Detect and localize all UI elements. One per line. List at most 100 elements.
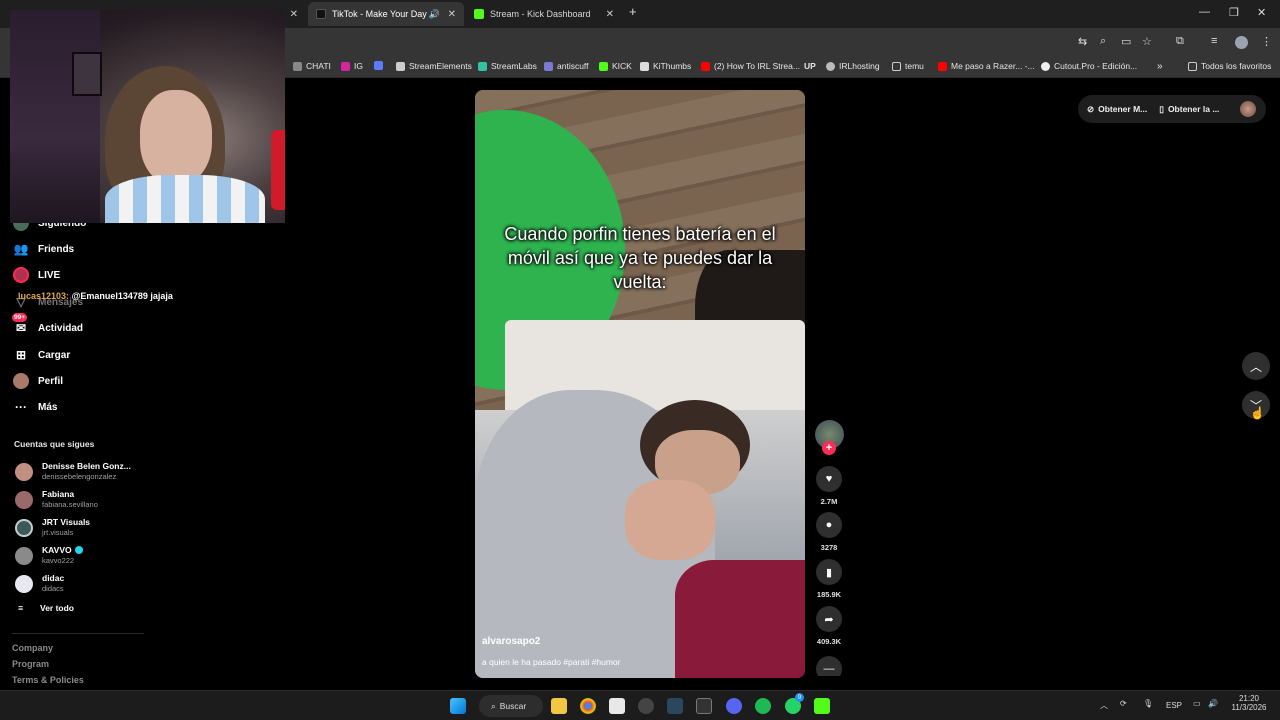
speaker-icon[interactable]: 🔊 bbox=[429, 9, 440, 20]
steam-icon[interactable] bbox=[667, 698, 683, 714]
like-button[interactable]: ♥ 2.7M bbox=[816, 466, 842, 506]
save-button[interactable]: ▮ 185.9K bbox=[816, 559, 842, 599]
bookmark-antiscuff[interactable]: antiscuff bbox=[544, 61, 589, 71]
epic-games-icon[interactable] bbox=[696, 698, 712, 714]
microphone-icon[interactable]: 🎙 bbox=[1143, 699, 1153, 708]
tab-tiktok[interactable]: TikTok - Make Your Day 🔊 ✕ bbox=[308, 2, 464, 26]
share-icon: ➦ bbox=[816, 606, 842, 632]
minimize-icon[interactable]: — bbox=[1199, 6, 1210, 18]
globe-icon bbox=[826, 61, 835, 71]
profile-avatar[interactable] bbox=[1235, 36, 1248, 49]
file-explorer-icon[interactable] bbox=[551, 698, 567, 714]
bookmark-streamlabs[interactable]: StreamLabs bbox=[478, 61, 537, 71]
close-icon[interactable]: ✕ bbox=[448, 9, 456, 20]
account-item[interactable]: JRT Visuals jrt.visuals bbox=[15, 517, 90, 538]
clock[interactable]: 21:20 11/3/2026 bbox=[1231, 694, 1267, 712]
get-app-button[interactable]: ⊘ Obtener M... bbox=[1087, 104, 1147, 115]
bookmark-youtube-irl[interactable]: (2) How To IRL Strea... bbox=[701, 61, 800, 71]
tray-overflow-icon[interactable]: ︿ bbox=[1100, 700, 1108, 711]
comment-button[interactable]: ● 3278 bbox=[816, 512, 842, 552]
following-accounts-title: Cuentas que sigues bbox=[14, 439, 95, 449]
close-tab-icon[interactable]: ✕ bbox=[284, 2, 304, 26]
tiktok-icon bbox=[316, 9, 326, 19]
previous-video-button[interactable]: ︿ bbox=[1242, 352, 1270, 380]
more-bookmarks-icon[interactable]: » bbox=[1157, 61, 1163, 72]
follow-plus-icon[interactable]: + bbox=[822, 441, 836, 455]
star-icon[interactable]: ☆ bbox=[1142, 35, 1152, 48]
get-app-button-2[interactable]: ▯ Obtener la ... bbox=[1159, 104, 1219, 115]
kithumbs-icon bbox=[640, 61, 649, 71]
account-item[interactable]: Denisse Belen Gonz... denissebelengonzale… bbox=[15, 461, 131, 482]
video-player[interactable]: Cuando porfin tienes batería en el móvil… bbox=[475, 90, 805, 678]
nav-live[interactable]: LIVE bbox=[12, 266, 60, 284]
close-window-icon[interactable]: ✕ bbox=[1257, 6, 1266, 19]
capcut-icon[interactable] bbox=[609, 698, 625, 714]
tab-label: Stream - Kick Dashboard bbox=[490, 9, 591, 19]
user-avatar[interactable] bbox=[1240, 101, 1256, 117]
bookmark-streamelements[interactable]: StreamElements bbox=[396, 61, 472, 71]
account-item[interactable]: didac didacs bbox=[15, 573, 64, 594]
close-icon[interactable]: ✕ bbox=[606, 9, 614, 20]
nav-profile[interactable]: Perfil bbox=[12, 372, 63, 390]
bookmark-ig[interactable]: IG bbox=[341, 61, 363, 71]
tab-kick-dashboard[interactable]: Stream - Kick Dashboard ✕ bbox=[466, 2, 622, 26]
tab-label: TikTok - Make Your Day bbox=[332, 9, 427, 19]
footer-program-link[interactable]: Program bbox=[12, 659, 49, 669]
bookmark-temu[interactable]: temu bbox=[892, 61, 924, 71]
divider bbox=[12, 633, 144, 634]
media-icon[interactable]: ≡ bbox=[1211, 35, 1217, 47]
top-right-actions: ⊘ Obtener M... ▯ Obtener la ... bbox=[1078, 95, 1266, 123]
chati-icon bbox=[293, 61, 302, 71]
extensions-icon[interactable]: ⧉ bbox=[1176, 35, 1184, 48]
bookmark-kithumbs[interactable]: KiThumbs bbox=[640, 61, 691, 71]
discord-icon[interactable] bbox=[726, 698, 742, 714]
stream-chat-message: lucas12103: @Emanuel134789 jajaja bbox=[18, 291, 173, 301]
phone-icon: ▯ bbox=[1159, 103, 1164, 114]
zoom-icon[interactable]: ⌕ bbox=[1100, 35, 1106, 48]
account-item[interactable]: KAVVO kavvo222 bbox=[15, 545, 83, 566]
video-description: a quien le ha pasado #parati #humor bbox=[482, 657, 621, 667]
windows-taskbar: ⌕ Buscar 9 ︿ ⟳ 🎙 ESP ▭ 🔊 21:20 11/3/2026 bbox=[0, 690, 1280, 720]
bookmark-kick[interactable]: KICK bbox=[599, 61, 632, 71]
install-icon[interactable]: ▭ bbox=[1121, 35, 1131, 48]
bookmark-chati[interactable]: CHATI bbox=[293, 61, 331, 71]
chevron-up-icon: ︿ bbox=[1249, 359, 1262, 374]
restore-icon[interactable]: ❐ bbox=[1229, 6, 1239, 19]
bookmark-irlhosting[interactable]: IRLhosting bbox=[826, 61, 880, 71]
nav-upload[interactable]: ⊞ Cargar bbox=[12, 346, 70, 364]
new-tab-button[interactable]: + bbox=[629, 4, 637, 19]
share-button[interactable]: ➦ 409.3K bbox=[816, 606, 842, 646]
instagram-icon bbox=[341, 61, 350, 71]
app-icon: ⊘ bbox=[1087, 103, 1095, 114]
bookmark-chart[interactable] bbox=[374, 61, 387, 70]
sync-icon[interactable]: ⟳ bbox=[1120, 699, 1127, 708]
cutout-icon bbox=[1041, 61, 1050, 71]
bookmark-all-favorites[interactable]: Todos los favoritos bbox=[1188, 61, 1271, 71]
account-item[interactable]: Fabiana fabiana.sevillano bbox=[15, 489, 98, 510]
nav-activity[interactable]: ✉ 99+ Actividad bbox=[12, 313, 83, 337]
video-author[interactable]: alvarosapo2 bbox=[482, 636, 540, 647]
obs-icon[interactable] bbox=[638, 698, 654, 714]
nav-more[interactable]: ··· Más bbox=[12, 398, 57, 416]
footer-terms-link[interactable]: Terms & Policies bbox=[12, 675, 84, 685]
bookmark-cutout[interactable]: Cutout.Pro - Edición... bbox=[1041, 61, 1137, 71]
see-all-button[interactable]: ≡ Ver todo bbox=[18, 603, 74, 613]
translate-icon[interactable]: ⇆ bbox=[1078, 35, 1087, 48]
chrome-icon[interactable] bbox=[580, 698, 596, 714]
music-icon: — bbox=[816, 656, 842, 676]
nav-friends[interactable]: 👥 Friends bbox=[12, 240, 75, 258]
volume-icon[interactable]: 🔊 bbox=[1208, 699, 1218, 708]
streamlabs-icon bbox=[478, 61, 487, 71]
network-icon[interactable]: ▭ bbox=[1193, 699, 1201, 708]
taskbar-search[interactable]: ⌕ Buscar bbox=[479, 695, 543, 717]
music-disc[interactable]: — bbox=[816, 656, 842, 676]
youtube-icon bbox=[938, 61, 947, 71]
language-indicator[interactable]: ESP bbox=[1166, 701, 1182, 710]
kick-app-icon[interactable] bbox=[814, 698, 830, 714]
windows-start-icon[interactable] bbox=[450, 698, 466, 714]
spotify-icon[interactable] bbox=[755, 698, 771, 714]
footer-company-link[interactable]: Company bbox=[12, 643, 53, 653]
bookmark-razer[interactable]: Me paso a Razer... -... bbox=[938, 61, 1035, 71]
menu-icon[interactable]: ⋮ bbox=[1261, 35, 1272, 48]
bookmark-up[interactable]: UP bbox=[804, 61, 816, 71]
